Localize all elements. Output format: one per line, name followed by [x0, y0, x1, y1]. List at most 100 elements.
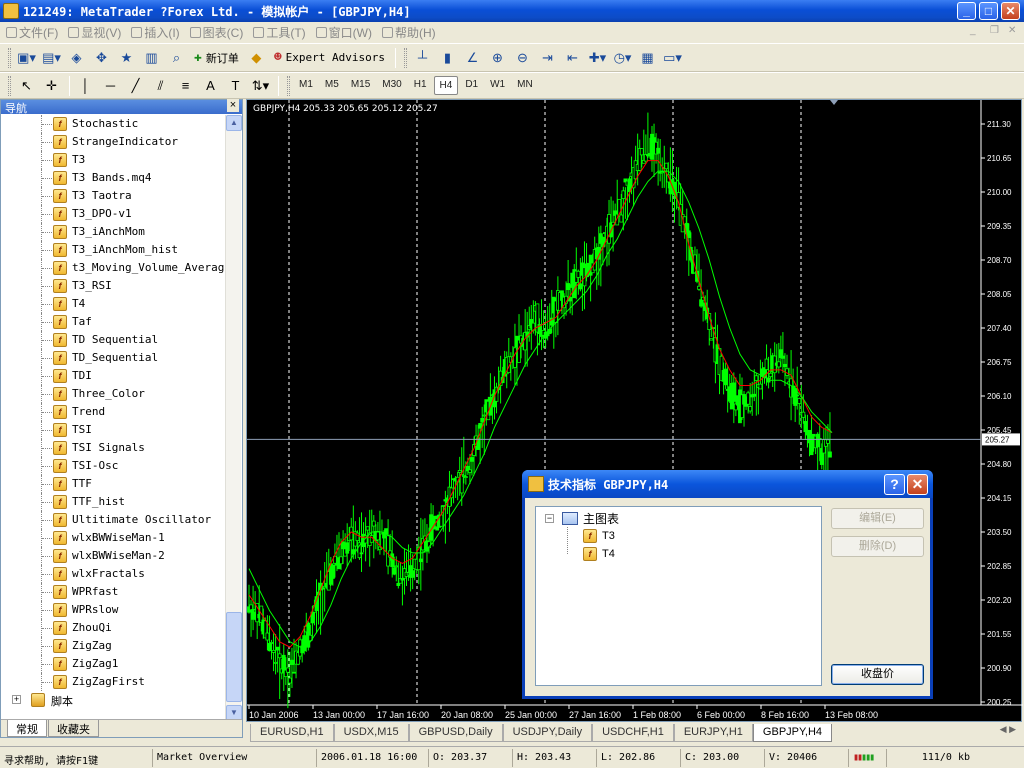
- menu-item[interactable]: 窗口(W): [315, 24, 382, 41]
- navigator-item[interactable]: f TSI Signals: [1, 439, 225, 457]
- menu-item[interactable]: 帮助(H): [381, 24, 446, 41]
- templates-icon[interactable]: ▦: [636, 47, 659, 69]
- arrows-icon[interactable]: ⇅▾: [249, 75, 272, 97]
- tab-scroll-arrows-icon[interactable]: ◀ ▶: [1000, 724, 1016, 735]
- navigator-item[interactable]: f TTF: [1, 475, 225, 493]
- navigator-item[interactable]: f WPRfast: [1, 583, 225, 601]
- timeframe-d1-button[interactable]: D1: [460, 76, 483, 95]
- new-chart-icon[interactable]: ▣▾: [15, 47, 38, 69]
- navigator-item[interactable]: f TTF_hist: [1, 493, 225, 511]
- navigator-item[interactable]: f t3_Moving_Volume_Average: [1, 259, 225, 277]
- equidistant-channel-icon[interactable]: ⫽: [149, 75, 172, 97]
- navigator-item[interactable]: f wlxFractals: [1, 565, 225, 583]
- edit-button[interactable]: 编辑(E): [831, 508, 924, 529]
- menu-item[interactable]: 插入(I): [131, 24, 189, 41]
- navigator-icon[interactable]: ✥: [90, 47, 113, 69]
- chart-tab[interactable]: GBPUSD,Daily: [408, 724, 503, 742]
- chart-tab[interactable]: USDCHF,H1: [592, 724, 674, 742]
- navigator-item[interactable]: f ZigZagFirst: [1, 673, 225, 691]
- navigator-scrollbar[interactable]: ▲ ▼: [225, 115, 242, 721]
- navigator-item[interactable]: f T3_iAnchMom: [1, 223, 225, 241]
- navigator-item[interactable]: f T3: [1, 151, 225, 169]
- dialog-title-bar[interactable]: 技术指标 GBPJPY,H4 ? ✕: [522, 470, 933, 498]
- status-profile[interactable]: Market Overview: [152, 748, 316, 767]
- timeframe-m30-button[interactable]: M30: [377, 76, 406, 95]
- zoom-out-icon[interactable]: ⊖: [511, 47, 534, 69]
- menu-item[interactable]: 文件(F): [6, 24, 68, 41]
- collapse-icon[interactable]: −: [545, 514, 554, 523]
- horizontal-line-icon[interactable]: ─: [99, 75, 122, 97]
- navigator-item[interactable]: f TDI: [1, 367, 225, 385]
- navigator-item[interactable]: f TSI: [1, 421, 225, 439]
- chart-template-icon[interactable]: ▭▾: [661, 47, 684, 69]
- timeframe-mn-button[interactable]: MN: [512, 76, 538, 95]
- navigator-item[interactable]: f ZhouQi: [1, 619, 225, 637]
- metaeditor-icon[interactable]: ◆: [245, 47, 268, 69]
- line-chart-icon[interactable]: ∠: [461, 47, 484, 69]
- navigator-item[interactable]: f TD Sequential: [1, 331, 225, 349]
- fibonacci-icon[interactable]: ≡: [174, 75, 197, 97]
- navigator-item[interactable]: f Three_Color: [1, 385, 225, 403]
- text-label-icon[interactable]: T: [224, 75, 247, 97]
- navigator-item[interactable]: f TD_Sequential: [1, 349, 225, 367]
- navigator-item[interactable]: f Taf: [1, 313, 225, 331]
- navigator-item[interactable]: f ZigZag: [1, 637, 225, 655]
- navigator-item[interactable]: f T3_iAnchMom_hist: [1, 241, 225, 259]
- tree-node-indicator[interactable]: f T3: [583, 529, 615, 543]
- dialog-close-action-button[interactable]: 收盘价: [831, 664, 924, 685]
- new-order-button[interactable]: ✚ 新订单: [190, 47, 243, 69]
- profiles-icon[interactable]: ▤▾: [40, 47, 63, 69]
- navigator-item[interactable]: f ZigZag1: [1, 655, 225, 673]
- periods-icon[interactable]: ◷▾: [611, 47, 634, 69]
- expert-advisors-button[interactable]: ☻ Expert Advisors: [270, 47, 389, 69]
- strategy-tester-icon[interactable]: ⌕: [165, 47, 188, 69]
- timeframe-h1-button[interactable]: H1: [409, 76, 432, 95]
- navigator-item[interactable]: f Stochastic: [1, 115, 225, 133]
- delete-button[interactable]: 删除(D): [831, 536, 924, 557]
- navigator-item[interactable]: f T3_DPO-v1: [1, 205, 225, 223]
- trendline-icon[interactable]: ╱: [124, 75, 147, 97]
- navigator-item[interactable]: f T3 Taotra: [1, 187, 225, 205]
- market-watch-icon[interactable]: ◈: [65, 47, 88, 69]
- chart-tab[interactable]: GBPJPY,H4: [752, 724, 833, 742]
- cursor-icon[interactable]: ↖: [15, 75, 38, 97]
- mdi-close-icon[interactable]: ✕: [1008, 25, 1016, 36]
- navigator-item[interactable]: f wlxBWWiseMan-2: [1, 547, 225, 565]
- timeframe-m15-button[interactable]: M15: [346, 76, 375, 95]
- tree-node-indicator[interactable]: f T4: [583, 547, 615, 561]
- timeframe-w1-button[interactable]: W1: [485, 76, 510, 95]
- expand-icon[interactable]: +: [12, 695, 21, 704]
- scroll-up-icon[interactable]: ▲: [226, 115, 242, 131]
- chart-tab[interactable]: USDX,M15: [333, 724, 409, 742]
- navigator-item[interactable]: f T4: [1, 295, 225, 313]
- chart-shift-icon[interactable]: ⇤: [561, 47, 584, 69]
- crosshair-icon[interactable]: ✛: [40, 75, 63, 97]
- minimize-button[interactable]: _: [957, 2, 976, 20]
- maximize-button[interactable]: □: [979, 2, 998, 20]
- navigator-tab[interactable]: 收藏夹: [48, 720, 99, 737]
- indicators-icon[interactable]: ✚▾: [586, 47, 609, 69]
- navigator-item[interactable]: f Trend: [1, 403, 225, 421]
- candlestick-icon[interactable]: ▮: [436, 47, 459, 69]
- data-window-icon[interactable]: ★: [115, 47, 138, 69]
- chart-tab[interactable]: USDJPY,Daily: [502, 724, 593, 742]
- menu-item[interactable]: 显视(V): [68, 24, 131, 41]
- navigator-tab[interactable]: 常规: [7, 720, 47, 737]
- vertical-line-icon[interactable]: │: [74, 75, 97, 97]
- menu-item[interactable]: 图表(C): [189, 24, 254, 41]
- menu-item[interactable]: 工具(T): [253, 24, 315, 41]
- navigator-item[interactable]: f wlxBWWiseMan-1: [1, 529, 225, 547]
- close-button[interactable]: ✕: [1001, 2, 1020, 20]
- navigator-close-icon[interactable]: ×: [227, 99, 239, 112]
- chart-tab[interactable]: EURUSD,H1: [250, 724, 334, 742]
- dialog-close-button[interactable]: ✕: [907, 474, 928, 495]
- mdi-minimize-icon[interactable]: _: [970, 25, 976, 36]
- toolbar-grip[interactable]: [8, 47, 11, 68]
- navigator-scripts-folder[interactable]: + 脚本: [1, 691, 225, 709]
- navigator-item[interactable]: f T3_RSI: [1, 277, 225, 295]
- mdi-restore-icon[interactable]: ❐: [990, 25, 999, 36]
- timeframe-m1-button[interactable]: M1: [294, 76, 318, 95]
- bar-chart-icon[interactable]: ┴: [411, 47, 434, 69]
- zoom-in-icon[interactable]: ⊕: [486, 47, 509, 69]
- tree-node-main-chart[interactable]: 主图表: [562, 510, 619, 527]
